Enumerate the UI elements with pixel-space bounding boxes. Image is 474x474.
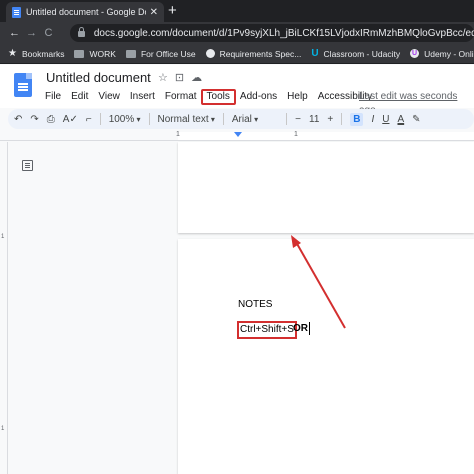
- reload-button[interactable]: C: [40, 27, 57, 39]
- decrease-font-size-button[interactable]: −: [295, 114, 301, 125]
- menu-help[interactable]: Help: [282, 90, 313, 104]
- lock-icon: [78, 27, 85, 37]
- bookmark-udemy[interactable]: U Udemy - Online Cou...: [410, 49, 474, 59]
- bookmark-label: Bookmarks: [21, 48, 65, 59]
- new-tab-button[interactable]: +: [168, 2, 177, 20]
- menu-file[interactable]: File: [40, 90, 66, 104]
- browser-tab[interactable]: Untitled document - Google Docs ✕: [6, 2, 164, 22]
- menu-insert[interactable]: Insert: [125, 90, 160, 104]
- bookmark-label: WORK: [89, 48, 116, 59]
- bookmark-label: Udemy - Online Cou...: [424, 48, 474, 59]
- browser-tab-strip: Untitled document - Google Docs ✕ +: [0, 0, 474, 22]
- toolbar-divider: [286, 113, 288, 125]
- zoom-select[interactable]: 100%: [109, 114, 141, 125]
- menu-view[interactable]: View: [93, 90, 125, 104]
- spellcheck-icon[interactable]: A✓: [63, 114, 78, 125]
- bookmark-udacity[interactable]: U Classroom - Udacity: [311, 47, 401, 59]
- star-icon[interactable]: ☆: [158, 71, 168, 84]
- ruler-number: 1: [1, 234, 5, 240]
- menu-format[interactable]: Format: [160, 90, 202, 104]
- star-icon: ★: [8, 47, 17, 59]
- highlight-color-icon[interactable]: ✎: [412, 114, 420, 125]
- bookmarks-bar: ★ Bookmarks WORK For Office Use Requirem…: [0, 44, 474, 64]
- browser-toolbar: ← → C docs.google.com/document/d/1Pv9syj…: [0, 22, 474, 44]
- horizontal-ruler: 1 1: [0, 131, 474, 141]
- back-button[interactable]: ←: [6, 27, 23, 39]
- text-cursor: [309, 322, 310, 335]
- underline-button[interactable]: U: [382, 114, 389, 125]
- undo-icon[interactable]: ↶: [14, 114, 22, 125]
- docs-logo-icon[interactable]: [14, 73, 32, 97]
- ruler-number: 1: [1, 426, 5, 432]
- document-page[interactable]: [178, 142, 474, 233]
- font-select[interactable]: Arial: [232, 114, 258, 125]
- toolbar-divider: [148, 113, 150, 125]
- ruler-page-area: [178, 132, 474, 140]
- bookmark-label: Classroom - Udacity: [323, 48, 401, 59]
- ruler-number: 1: [176, 131, 180, 138]
- tab-title: Untitled document - Google Docs: [26, 7, 146, 17]
- bold-button[interactable]: B: [350, 112, 364, 126]
- print-icon[interactable]: ⎙: [47, 114, 55, 125]
- folder-icon: [125, 49, 136, 58]
- document-outline-icon[interactable]: [22, 160, 33, 171]
- bookmark-for-office-use[interactable]: For Office Use: [125, 48, 196, 59]
- italic-button[interactable]: I: [371, 114, 374, 125]
- redo-icon[interactable]: ↷: [30, 114, 38, 125]
- cloud-status-icon[interactable]: ☁: [191, 71, 202, 84]
- bookmark-work[interactable]: WORK: [74, 48, 116, 59]
- document-title[interactable]: Untitled document: [46, 70, 151, 85]
- paint-format-icon[interactable]: ⌐: [86, 114, 92, 125]
- text-color-button[interactable]: A: [397, 114, 404, 125]
- folder-icon: [74, 49, 85, 58]
- toolbar-divider: [99, 113, 101, 125]
- document-page[interactable]: [178, 239, 474, 474]
- style-select[interactable]: Normal text: [158, 114, 215, 125]
- address-bar[interactable]: docs.google.com/document/d/1Pv9syjXLh_jB…: [70, 24, 474, 42]
- toolbar-divider: [341, 113, 343, 125]
- close-tab-icon[interactable]: ✕: [150, 7, 158, 18]
- bookmark-label: For Office Use: [140, 48, 196, 59]
- document-text-shortcut: Ctrl+Shift+S: [237, 321, 297, 339]
- indent-marker-icon[interactable]: [234, 132, 242, 137]
- increase-font-size-button[interactable]: +: [327, 114, 333, 125]
- menu-addons[interactable]: Add-ons: [235, 90, 282, 104]
- toolbar-divider: [222, 113, 224, 125]
- font-size-input[interactable]: 11: [309, 114, 319, 125]
- udacity-icon: U: [311, 47, 319, 59]
- menu-tools[interactable]: Tools: [200, 89, 236, 105]
- vertical-ruler: 1 1: [0, 142, 8, 474]
- menu-bar: File Edit View Insert Format Tools Add-o…: [40, 89, 377, 105]
- formatting-toolbar: ↶ ↷ ⎙ A✓ ⌐ 100% Normal text Arial − 11 +…: [8, 109, 474, 129]
- bookmark-bookmarks[interactable]: ★ Bookmarks: [8, 47, 65, 59]
- menu-edit[interactable]: Edit: [66, 90, 93, 104]
- docs-header: Untitled document ☆ ⊡ ☁ File Edit View I…: [0, 65, 474, 116]
- move-folder-icon[interactable]: ⊡: [175, 71, 184, 84]
- site-icon: [205, 49, 215, 58]
- forward-button[interactable]: →: [23, 27, 40, 39]
- bookmark-requirements-spec[interactable]: Requirements Spec...: [205, 48, 302, 59]
- ruler-number: 1: [294, 131, 298, 138]
- bookmark-label: Requirements Spec...: [219, 48, 302, 59]
- document-text-notes: NOTES: [238, 299, 273, 310]
- document-text-or: OR: [293, 323, 308, 334]
- url-text: docs.google.com/document/d/1Pv9syjXLh_jB…: [93, 27, 474, 39]
- udemy-icon: U: [410, 49, 420, 58]
- docs-favicon-icon: [12, 6, 21, 18]
- title-actions: ☆ ⊡ ☁: [158, 71, 202, 84]
